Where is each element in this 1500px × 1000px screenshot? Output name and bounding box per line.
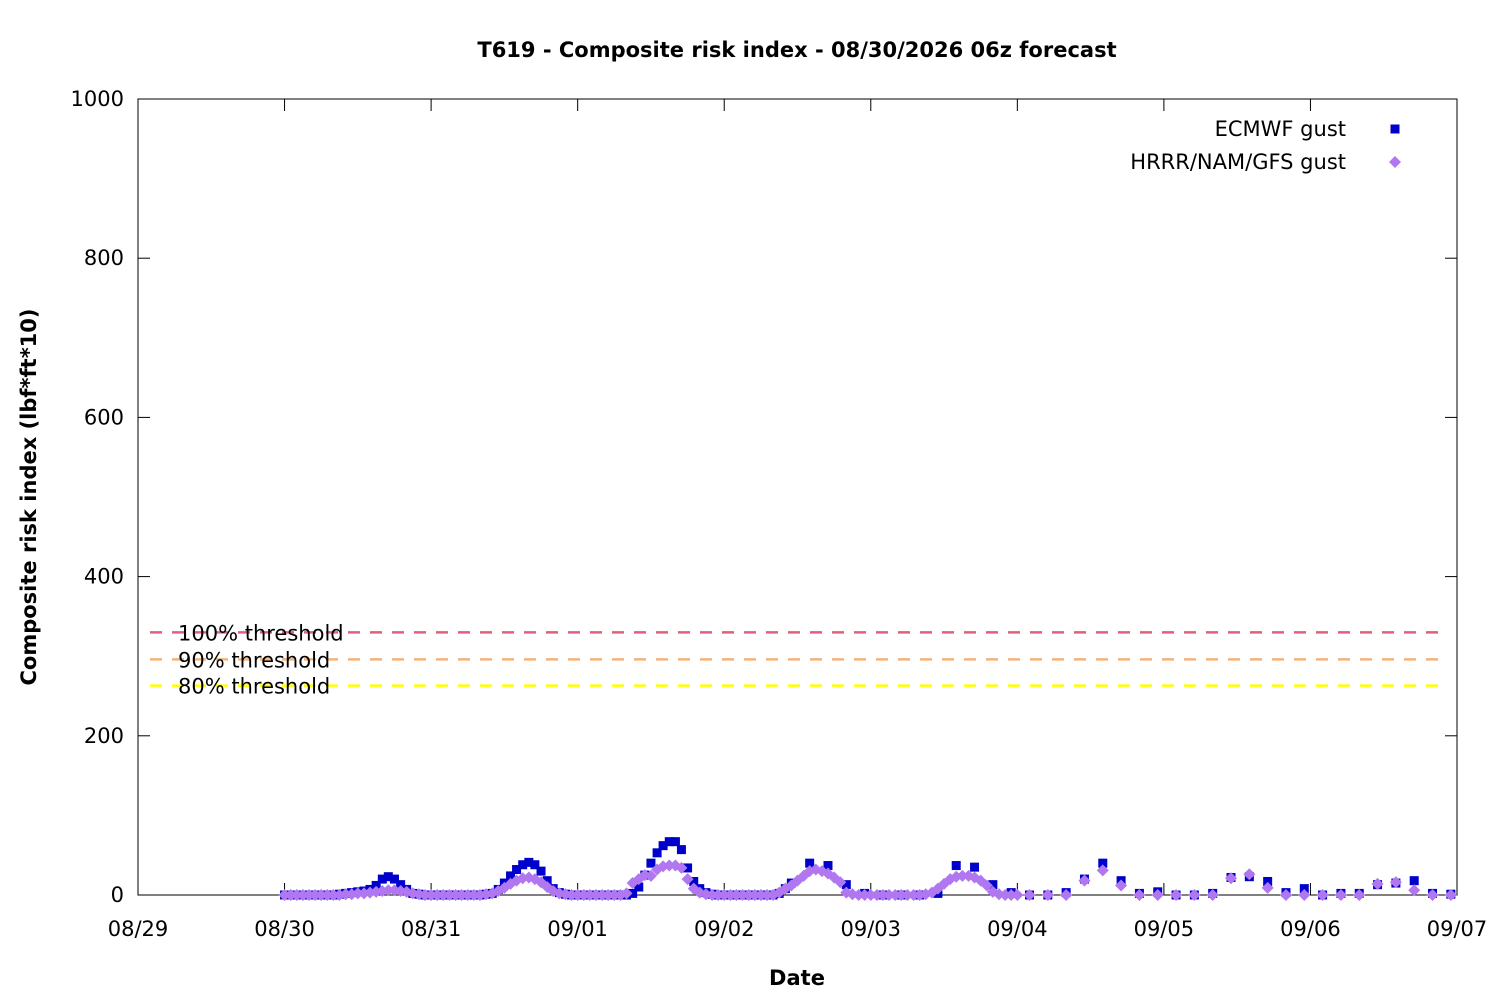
x-tick-label: 08/30 bbox=[254, 917, 315, 941]
y-tick-label: 600 bbox=[84, 405, 124, 429]
x-tick-label: 09/01 bbox=[547, 917, 608, 941]
ecmwf-point bbox=[536, 866, 546, 876]
y-tick-label: 200 bbox=[84, 724, 124, 748]
x-axis-label: Date bbox=[769, 966, 825, 990]
y-tick-label: 0 bbox=[111, 883, 124, 907]
ecmwf-point bbox=[970, 862, 980, 872]
x-tick-label: 08/29 bbox=[108, 917, 169, 941]
x-tick-label: 09/07 bbox=[1427, 917, 1488, 941]
ecmwf-point bbox=[1409, 876, 1419, 886]
y-tick-label: 1000 bbox=[71, 87, 124, 111]
x-tick-label: 09/03 bbox=[841, 917, 902, 941]
legend-label: HRRR/NAM/GFS gust bbox=[1130, 150, 1346, 174]
ecmwf-point bbox=[670, 837, 680, 847]
chart: T619 - Composite risk index - 08/30/2026… bbox=[0, 0, 1500, 1000]
x-tick-label: 08/31 bbox=[401, 917, 462, 941]
x-tick-label: 09/04 bbox=[987, 917, 1048, 941]
y-axis-label: Composite risk index (lbf*ft*10) bbox=[17, 308, 41, 685]
y-tick-label: 800 bbox=[84, 246, 124, 270]
threshold-label: 100% threshold bbox=[178, 621, 344, 645]
ecmwf-point bbox=[676, 845, 686, 855]
chart-title: T619 - Composite risk index - 08/30/2026… bbox=[477, 38, 1116, 62]
legend-label: ECMWF gust bbox=[1215, 117, 1346, 141]
threshold-label: 90% threshold bbox=[178, 648, 330, 672]
y-tick-label: 400 bbox=[84, 565, 124, 589]
x-tick-label: 09/06 bbox=[1280, 917, 1341, 941]
threshold-label: 80% threshold bbox=[178, 675, 330, 699]
x-tick-label: 09/02 bbox=[694, 917, 755, 941]
x-tick-label: 09/05 bbox=[1134, 917, 1195, 941]
legend-marker bbox=[1390, 124, 1400, 134]
ecmwf-point bbox=[646, 858, 656, 868]
ecmwf-point bbox=[951, 861, 961, 871]
